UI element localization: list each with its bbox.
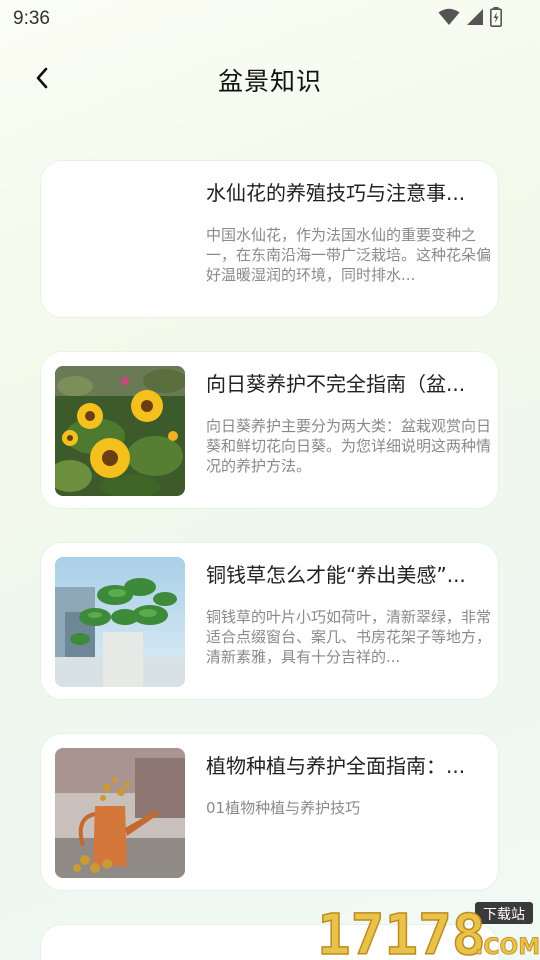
battery-charging-icon bbox=[490, 7, 502, 31]
article-thumbnail bbox=[55, 366, 185, 496]
sunflower-photo bbox=[55, 366, 185, 496]
article-thumbnail bbox=[55, 557, 185, 687]
watermark-suffix: .COM bbox=[475, 935, 540, 960]
article-card[interactable]: 植物种植与养护全面指南：... 01植物种植与养护技巧 bbox=[40, 733, 499, 891]
article-title: 向日葵养护不完全指南（盆... bbox=[206, 372, 466, 396]
status-bar: 9:36 bbox=[0, 0, 540, 38]
article-description: 向日葵养护主要分为两大类：盆栽观赏向日葵和鲜切花向日葵。为您详细说明这两种情况的… bbox=[206, 417, 492, 475]
article-title: 水仙花的养殖技巧与注意事... bbox=[206, 181, 466, 205]
article-card[interactable]: 水仙花的养殖技巧与注意事... 中国水仙花，作为法国水仙的重要变种之一，在东南沿… bbox=[40, 160, 499, 318]
article-list: 水仙花的养殖技巧与注意事... 中国水仙花，作为法国水仙的重要变种之一，在东南沿… bbox=[40, 160, 499, 924]
status-icons bbox=[438, 7, 502, 31]
article-description: 铜钱草的叶片小巧如荷叶，清新翠绿，非常适合点缀窗台、案几、书房花架子等地方，清新… bbox=[206, 608, 492, 666]
signal-icon bbox=[466, 8, 484, 30]
watermark-badge: 下载站 bbox=[483, 907, 525, 923]
watermark-number: 17178 bbox=[317, 903, 486, 960]
article-title: 植物种植与养护全面指南：... bbox=[206, 754, 466, 778]
header: 盆景知识 bbox=[0, 50, 540, 106]
article-card[interactable]: 铜钱草怎么才能“养出美感”... 铜钱草的叶片小巧如荷叶，清新翠绿，非常适合点缀… bbox=[40, 542, 499, 700]
article-title: 铜钱草怎么才能“养出美感”... bbox=[206, 563, 466, 587]
watering-can-photo bbox=[55, 748, 185, 878]
article-description: 01植物种植与养护技巧 bbox=[206, 799, 361, 817]
article-description: 中国水仙花，作为法国水仙的重要变种之一，在东南沿海一带广泛栽培。这种花朵偏好温暖… bbox=[206, 226, 492, 284]
article-card[interactable]: 向日葵养护不完全指南（盆... 向日葵养护主要分为两大类：盆栽观赏向日葵和鲜切花… bbox=[40, 351, 499, 509]
pennywort-photo bbox=[55, 557, 185, 687]
site-watermark-logo: 下载站 17178 .COM bbox=[316, 902, 540, 960]
page-title: 盆景知识 bbox=[217, 67, 322, 96]
article-thumbnail bbox=[55, 748, 185, 878]
article-thumbnail bbox=[55, 175, 185, 305]
wifi-icon bbox=[438, 8, 460, 30]
status-time: 9:36 bbox=[13, 8, 50, 29]
